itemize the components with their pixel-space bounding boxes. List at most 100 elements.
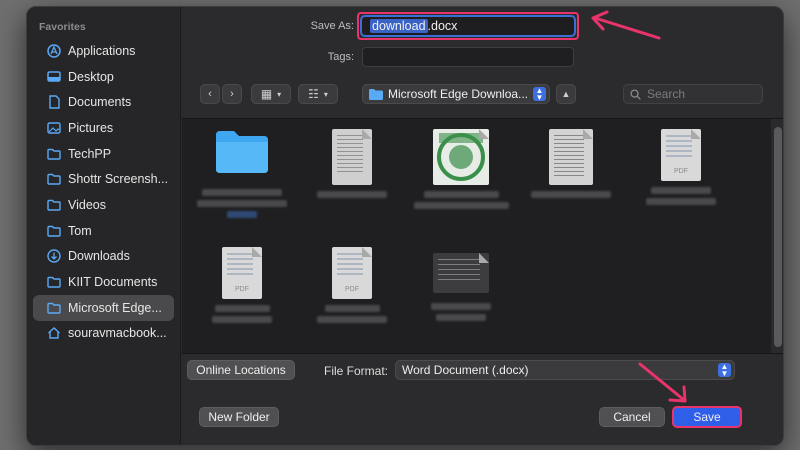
blurred-filename — [317, 191, 387, 198]
blurred-filename — [214, 305, 270, 312]
online-locations-button[interactable]: Online Locations — [187, 360, 295, 380]
pdf-icon: PDF — [222, 247, 262, 299]
sidebar-item-label: Documents — [68, 95, 132, 110]
chevron-left-icon: ‹ — [208, 88, 212, 100]
favorites-heading: Favorites — [39, 21, 86, 33]
pdf-icon: PDF — [332, 247, 372, 299]
file-item[interactable]: PDF — [297, 247, 407, 323]
sidebar-item-label: Applications — [68, 43, 136, 58]
file-item[interactable] — [297, 129, 407, 198]
file-item[interactable] — [187, 129, 297, 218]
home-icon — [47, 326, 61, 340]
sidebar-item-kiit-documents[interactable]: KIIT Documents — [33, 269, 174, 295]
save-button[interactable]: Save — [672, 406, 742, 428]
chevron-down-icon: ▾ — [323, 89, 328, 99]
folder-icon — [47, 198, 61, 212]
blurred-filename — [212, 316, 272, 323]
logo-thumbnail-icon — [433, 129, 489, 185]
scrollbar-thumb[interactable] — [774, 127, 782, 347]
chevron-up-icon: ▲ — [561, 89, 571, 99]
blurred-filename — [646, 198, 716, 205]
blurred-filename — [436, 314, 486, 321]
group-grid-icon: ☷ — [308, 87, 319, 101]
chevron-down-icon: ▾ — [277, 89, 282, 99]
cancel-button[interactable]: Cancel — [599, 407, 665, 427]
sidebar-item-label: Microsoft Edge... — [68, 300, 162, 315]
sidebar-item-applications[interactable]: Applications — [33, 38, 174, 64]
file-item[interactable] — [516, 129, 626, 198]
file-format-label: File Format: — [323, 364, 388, 378]
expand-collapse-button[interactable]: ▲ — [556, 84, 576, 104]
pictures-icon — [47, 121, 61, 135]
save-as-highlight — [357, 12, 579, 40]
tags-input[interactable] — [362, 47, 574, 67]
folder-icon — [47, 172, 61, 186]
desktop-icon — [47, 70, 61, 84]
folder-icon — [47, 147, 61, 161]
file-format-value: Word Document (.docx) — [402, 363, 529, 377]
applications-icon — [47, 44, 61, 58]
blurred-filename — [202, 189, 282, 196]
stepper-icon: ▲ ▼ — [533, 87, 546, 102]
sidebar-item-label: TechPP — [68, 146, 112, 161]
blurred-date — [227, 211, 257, 218]
pdf-icon: PDF — [661, 129, 701, 181]
blurred-filename — [197, 200, 287, 207]
folder-icon — [47, 301, 61, 315]
folder-icon — [47, 224, 61, 238]
sidebar-item-videos[interactable]: Videos — [33, 192, 174, 218]
sidebar-item-label: Shottr Screensh... — [68, 172, 169, 187]
sidebar-item-label: Videos — [68, 197, 106, 212]
search-input[interactable]: Search — [623, 84, 763, 104]
document-thumbnail-icon — [433, 253, 489, 293]
tags-label: Tags: — [327, 51, 354, 63]
icon-view-button[interactable]: ▦ ▾ — [251, 84, 291, 104]
sidebar-item-label: Pictures — [68, 120, 114, 135]
sidebar-item-downloads[interactable]: Downloads — [33, 244, 174, 270]
new-folder-button[interactable]: New Folder — [199, 407, 279, 427]
blurred-filename — [423, 191, 499, 198]
folder-icon — [47, 275, 61, 289]
file-item[interactable]: PDF — [626, 129, 736, 205]
save-as-label: Save As: — [310, 20, 354, 32]
file-browser[interactable]: PDF PDF PDF — [182, 118, 783, 354]
document-thumbnail-icon — [549, 129, 593, 185]
file-item[interactable] — [406, 129, 516, 209]
sidebar: Favorites Applications Desktop Documents Pi… — [27, 7, 181, 445]
forward-button[interactable]: › — [222, 84, 242, 104]
sidebar-item-documents[interactable]: Documents — [33, 89, 174, 115]
blurred-filename — [651, 187, 711, 194]
blurred-filename — [531, 191, 611, 198]
document-icon — [47, 95, 61, 109]
back-button[interactable]: ‹ — [200, 84, 220, 104]
sidebar-item-microsoft-edge[interactable]: Microsoft Edge... — [33, 294, 174, 321]
folder-icon — [369, 88, 383, 100]
main-panel: Save As: download .docx Tags: ‹ › ▦ ▾ ☷ ▾… — [182, 7, 783, 445]
sidebar-item-tom[interactable]: Tom — [33, 218, 174, 244]
location-label: Microsoft Edge Downloa... — [388, 87, 529, 101]
scrollbar[interactable] — [771, 119, 783, 353]
sidebar-item-label: Downloads — [68, 249, 130, 264]
blurred-filename — [431, 303, 491, 310]
chevron-right-icon: › — [230, 88, 234, 100]
stepper-icon: ▲ ▼ — [718, 363, 731, 378]
file-format-select[interactable]: Word Document (.docx) ▲ ▼ — [395, 360, 735, 380]
search-placeholder: Search — [647, 87, 686, 101]
grid-icon: ▦ — [260, 87, 273, 101]
sidebar-item-techpp[interactable]: TechPP — [33, 141, 174, 167]
sidebar-item-desktop[interactable]: Desktop — [33, 64, 174, 90]
save-dialog: Favorites Applications Desktop Documents Pi… — [26, 6, 784, 446]
sidebar-item-label: KIIT Documents — [68, 275, 158, 290]
search-icon — [630, 88, 641, 100]
sidebar-item-label: Tom — [68, 223, 92, 238]
blurred-filename — [317, 316, 387, 323]
sidebar-item-souravmacbook[interactable]: souravmacbook... — [33, 321, 174, 347]
sidebar-item-pictures[interactable]: Pictures — [33, 115, 174, 141]
location-select[interactable]: Microsoft Edge Downloa... ▲ ▼ — [362, 84, 550, 104]
file-item[interactable]: PDF — [187, 247, 297, 323]
sidebar-item-shottr-screensh[interactable]: Shottr Screensh... — [33, 166, 174, 192]
sidebar-item-label: souravmacbook... — [68, 326, 167, 341]
document-thumbnail-icon — [332, 129, 372, 185]
group-view-button[interactable]: ☷ ▾ — [298, 84, 338, 104]
file-item[interactable] — [406, 247, 516, 321]
